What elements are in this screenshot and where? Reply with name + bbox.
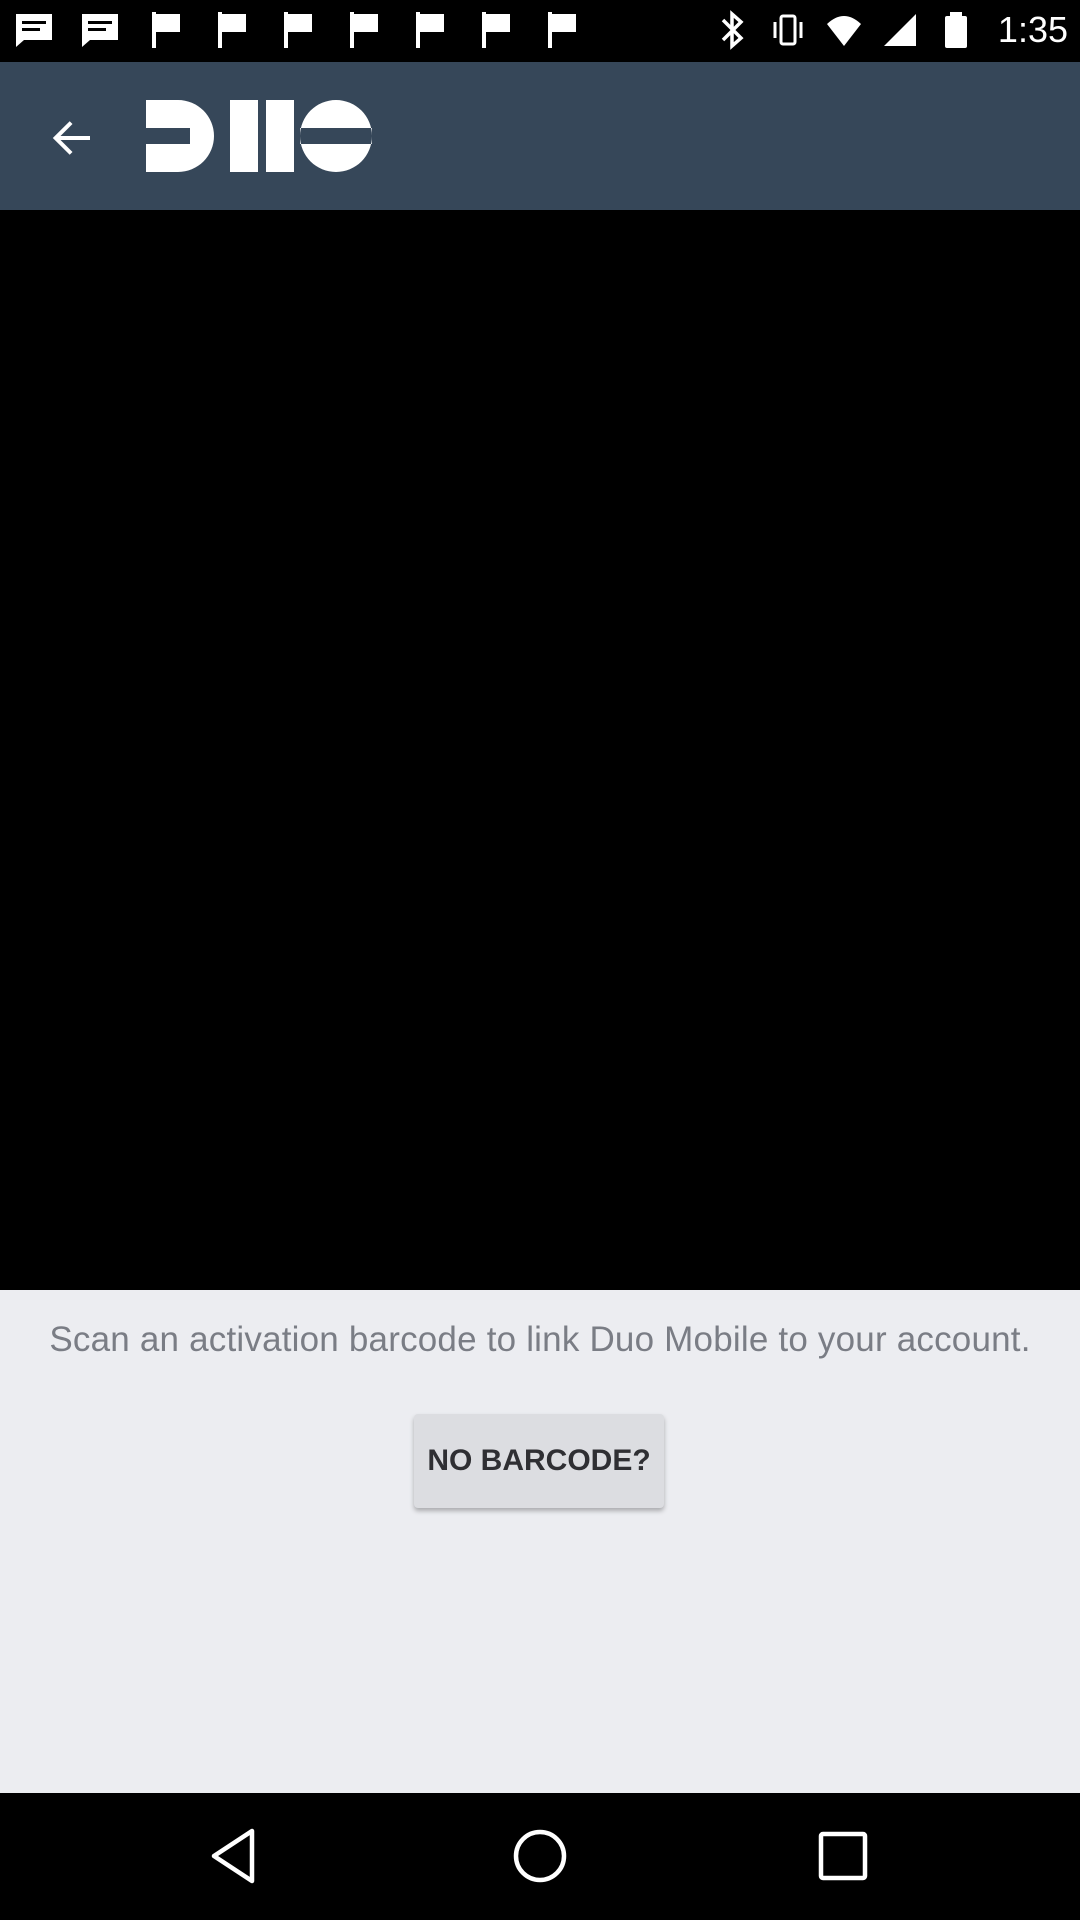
status-bar: 1:35 [0, 0, 1080, 62]
back-button[interactable] [36, 102, 108, 174]
nav-back-icon[interactable] [204, 1823, 270, 1889]
nav-recents-icon[interactable] [810, 1823, 876, 1889]
notification-icons [12, 10, 584, 50]
scan-instruction: Scan an activation barcode to link Duo M… [49, 1320, 1031, 1359]
duo-logo [146, 100, 372, 172]
message-icon [82, 14, 118, 47]
arrow-left-icon [52, 121, 90, 155]
nav-home-icon[interactable] [507, 1823, 573, 1889]
flag-icon [416, 12, 444, 48]
camera-viewfinder [0, 210, 1080, 1290]
signal-icon [883, 14, 916, 46]
wifi-icon [826, 16, 861, 46]
flag-icon [350, 12, 378, 48]
navigation-bar [0, 1793, 1080, 1920]
clock: 1:35 [997, 9, 1068, 50]
battery-icon [944, 12, 967, 48]
bluetooth-icon [721, 10, 744, 50]
system-icons: 1:35 [714, 8, 1068, 52]
app-bar [0, 62, 1080, 210]
flag-icon [482, 12, 510, 48]
flag-icon [284, 12, 312, 48]
info-panel: Scan an activation barcode to link Duo M… [0, 1290, 1080, 1793]
flag-icon [218, 12, 246, 48]
message-icon [16, 14, 52, 47]
flag-icon [548, 12, 576, 48]
vibrate-icon [773, 14, 803, 46]
no-barcode-button[interactable]: NO BARCODE? [414, 1414, 664, 1508]
flag-icon [152, 12, 180, 48]
